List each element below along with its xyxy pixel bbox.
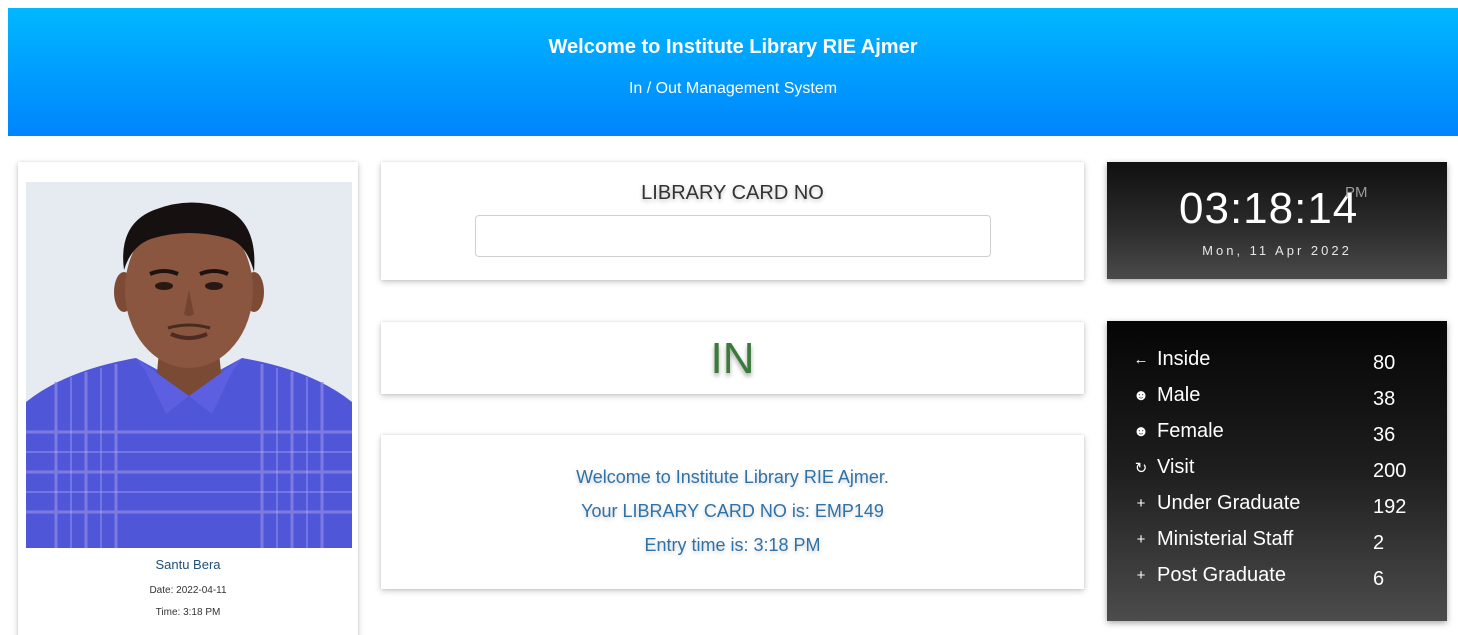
arrow-left-icon: ←	[1133, 351, 1149, 368]
male-face-icon: ☻	[1133, 387, 1149, 404]
stat-value: 192	[1373, 496, 1407, 518]
clock-panel: 03:18:14 PM Mon, 11 Apr 2022	[1107, 162, 1447, 279]
stat-value: 38	[1373, 388, 1396, 410]
stat-label: Post Graduate	[1157, 564, 1286, 586]
library-card-label: LIBRARY CARD NO	[641, 182, 824, 204]
library-card-input[interactable]	[475, 215, 991, 257]
refresh-icon: ↻	[1134, 460, 1148, 477]
clock-date: Mon, 11 Apr 2022	[1202, 243, 1352, 258]
library-card-panel: LIBRARY CARD NO	[381, 162, 1084, 280]
stat-row-male: ☻ Male 38	[1133, 384, 1433, 412]
user-photo	[26, 182, 352, 548]
stat-label: Under Graduate	[1157, 492, 1301, 514]
stat-label: Inside	[1157, 348, 1211, 370]
stat-row-inside: ← Inside 80	[1133, 348, 1433, 376]
plus-icon: +	[1136, 531, 1146, 548]
female-face-icon: ☻	[1133, 423, 1149, 440]
stat-row-ministerial-staff: + Ministerial Staff 2	[1133, 528, 1433, 556]
stat-label: Ministerial Staff	[1157, 528, 1294, 550]
stat-row-visit: ↻ Visit 200	[1133, 456, 1433, 484]
profile-card: Santu Bera Date: 2022-04-11 Time: 3:18 P…	[18, 162, 358, 635]
entry-date: Date: 2022-04-11	[149, 585, 227, 596]
person-photo-icon	[26, 182, 352, 548]
status-text: IN	[710, 334, 755, 383]
page-header: Welcome to Institute Library RIE Ajmer I…	[8, 8, 1458, 136]
card-number-message: Your LIBRARY CARD NO is: EMP149	[581, 501, 884, 521]
message-panel: Welcome to Institute Library RIE Ajmer. …	[381, 435, 1084, 589]
status-panel: IN	[381, 322, 1084, 394]
stat-value: 200	[1373, 460, 1407, 482]
stat-row-post-graduate: + Post Graduate 6	[1133, 564, 1433, 592]
stat-value: 36	[1373, 424, 1396, 446]
stat-value: 6	[1373, 568, 1385, 590]
stat-value: 2	[1373, 532, 1385, 554]
user-name: Santu Bera	[155, 557, 221, 572]
stat-row-female: ☻ Female 36	[1133, 420, 1433, 448]
clock-time: 03:18:14	[1179, 184, 1359, 233]
entry-time-message: Entry time is: 3:18 PM	[644, 535, 821, 555]
stat-label: Female	[1157, 420, 1224, 442]
plus-icon: +	[1136, 567, 1146, 584]
plus-icon: +	[1136, 495, 1146, 512]
stat-row-under-graduate: + Under Graduate 192	[1133, 492, 1433, 520]
header-title: Welcome to Institute Library RIE Ajmer	[548, 36, 918, 58]
stats-panel: ← Inside 80 ☻ Male 38 ☻ Female 36 ↻ Visi…	[1107, 321, 1447, 621]
clock-ampm: PM	[1345, 184, 1368, 201]
header-subtitle: In / Out Management System	[628, 80, 838, 97]
stat-value: 80	[1373, 352, 1396, 374]
welcome-message: Welcome to Institute Library RIE Ajmer.	[576, 467, 889, 487]
stat-label: Male	[1157, 384, 1201, 406]
stat-label: Visit	[1157, 456, 1195, 478]
entry-time: Time: 3:18 PM	[155, 607, 221, 618]
